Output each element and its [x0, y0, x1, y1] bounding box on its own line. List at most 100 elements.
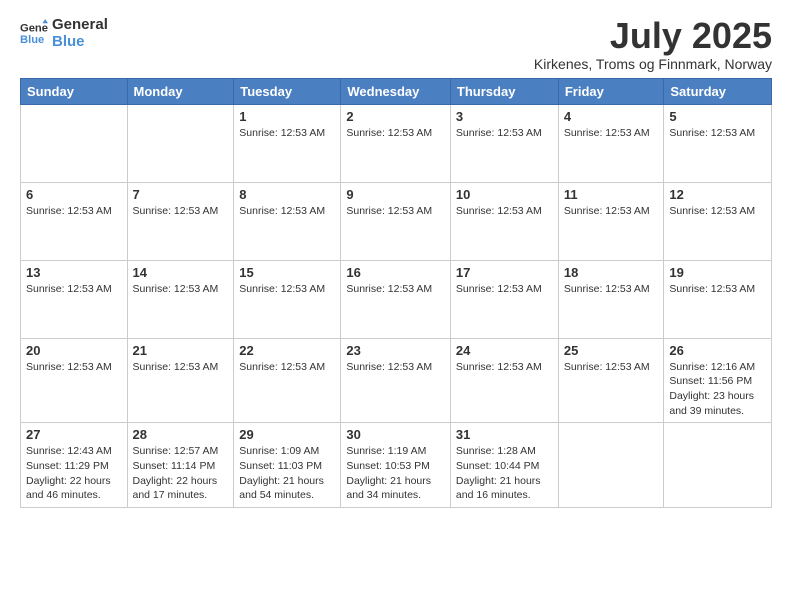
svg-text:Blue: Blue: [20, 34, 44, 46]
day-cell: 10 Sunrise: 12:53 AM: [450, 182, 558, 260]
day-cell: 29 Sunrise: 1:09 AM Sunset: 11:03 PM Dayl…: [234, 423, 341, 508]
header-row: Sunday Monday Tuesday Wednesday Thursday…: [21, 78, 772, 104]
day-cell: 3 Sunrise: 12:53 AM: [450, 104, 558, 182]
col-wednesday: Wednesday: [341, 78, 451, 104]
logo-general: General: [52, 16, 108, 33]
day-info: Sunrise: 12:53 AM: [669, 204, 766, 219]
week-row-4: 27Sunrise: 12:43 AM Sunset: 11:29 PM Day…: [21, 423, 772, 508]
day-cell: 12 Sunrise: 12:53 AM: [664, 182, 772, 260]
day-cell: 30 Sunrise: 1:19 AM Sunset: 10:53 PM Dayl…: [341, 423, 451, 508]
day-number: 9: [346, 187, 445, 202]
day-number: 5: [669, 109, 766, 124]
day-cell: 23 Sunrise: 12:53 AM: [341, 338, 451, 423]
day-info: Sunrise: 12:53 AM: [239, 204, 335, 219]
col-monday: Monday: [127, 78, 234, 104]
day-info: Sunrise: 12:53 AM: [564, 360, 659, 375]
day-cell: 1Sunrise: 12:53 AM: [234, 104, 341, 182]
day-number: 29: [239, 427, 335, 442]
day-info: Sunrise: 1:19 AM Sunset: 10:53 PM Daylig…: [346, 444, 445, 503]
day-number: 3: [456, 109, 553, 124]
col-tuesday: Tuesday: [234, 78, 341, 104]
day-info: Sunrise: 12:16 AM Sunset: 11:56 PM Dayli…: [669, 360, 766, 419]
svg-text:General: General: [20, 23, 48, 35]
day-cell: 22 Sunrise: 12:53 AM: [234, 338, 341, 423]
day-info: Sunrise: 12:43 AM Sunset: 11:29 PM Dayli…: [26, 444, 122, 503]
calendar: Sunday Monday Tuesday Wednesday Thursday…: [20, 78, 772, 509]
day-number: 11: [564, 187, 659, 202]
day-cell: 20 Sunrise: 12:53 AM: [21, 338, 128, 423]
day-info: Sunrise: 1:28 AM Sunset: 10:44 PM Daylig…: [456, 444, 553, 503]
week-row-0: 1Sunrise: 12:53 AM2Sunrise: 12:53 AM3Sun…: [21, 104, 772, 182]
day-cell: [558, 423, 664, 508]
day-cell: 21Sunrise: 12:53 AM: [127, 338, 234, 423]
col-friday: Friday: [558, 78, 664, 104]
day-info: Sunrise: 12:53 AM: [239, 360, 335, 375]
day-info: Sunrise: 12:53 AM: [564, 126, 659, 141]
day-cell: 11Sunrise: 12:53 AM: [558, 182, 664, 260]
page: General Blue General Blue July 2025 Kirk…: [0, 0, 792, 612]
day-number: 15: [239, 265, 335, 280]
day-number: 1: [239, 109, 335, 124]
day-cell: 17 Sunrise: 12:53 AM: [450, 260, 558, 338]
day-info: Sunrise: 12:53 AM: [456, 126, 553, 141]
week-row-1: 6 Sunrise: 12:53 AM 7Sunrise: 12:53 AM 8 Sun…: [21, 182, 772, 260]
day-cell: 2Sunrise: 12:53 AM: [341, 104, 451, 182]
day-number: 14: [133, 265, 229, 280]
day-cell: [664, 423, 772, 508]
week-row-2: 13Sunrise: 12:53 AM14Sunrise: 12:53 AM15…: [21, 260, 772, 338]
day-number: 23: [346, 343, 445, 358]
day-cell: 27Sunrise: 12:43 AM Sunset: 11:29 PM Day…: [21, 423, 128, 508]
day-number: 31: [456, 427, 553, 442]
day-info: Sunrise: 12:53 AM: [669, 126, 766, 141]
day-cell: 7Sunrise: 12:53 AM: [127, 182, 234, 260]
day-cell: [21, 104, 128, 182]
logo-blue: Blue: [52, 33, 108, 50]
day-number: 18: [564, 265, 659, 280]
day-info: Sunrise: 12:53 AM: [564, 282, 659, 297]
day-cell: 31 Sunrise: 1:28 AM Sunset: 10:44 PM Dayl…: [450, 423, 558, 508]
day-info: Sunrise: 12:53 AM: [133, 282, 229, 297]
day-info: Sunrise: 12:53 AM: [669, 282, 766, 297]
day-info: Sunrise: 12:57 AM Sunset: 11:14 PM Dayli…: [133, 444, 229, 503]
day-info: Sunrise: 12:53 AM: [456, 360, 553, 375]
day-number: 21: [133, 343, 229, 358]
col-saturday: Saturday: [664, 78, 772, 104]
day-cell: 24 Sunrise: 12:53 AM: [450, 338, 558, 423]
day-number: 24: [456, 343, 553, 358]
day-info: Sunrise: 12:53 AM: [239, 282, 335, 297]
day-number: 17: [456, 265, 553, 280]
day-cell: 15 Sunrise: 12:53 AM: [234, 260, 341, 338]
day-cell: [127, 104, 234, 182]
day-cell: 4 Sunrise: 12:53 AM: [558, 104, 664, 182]
day-info: Sunrise: 12:53 AM: [456, 282, 553, 297]
day-number: 4: [564, 109, 659, 124]
day-number: 2: [346, 109, 445, 124]
day-cell: 25Sunrise: 12:53 AM: [558, 338, 664, 423]
col-thursday: Thursday: [450, 78, 558, 104]
day-info: Sunrise: 12:53 AM: [346, 360, 445, 375]
day-number: 30: [346, 427, 445, 442]
month-title: July 2025: [534, 16, 772, 56]
day-info: Sunrise: 12:53 AM: [26, 282, 122, 297]
day-cell: 18 Sunrise: 12:53 AM: [558, 260, 664, 338]
day-info: Sunrise: 12:53 AM: [456, 204, 553, 219]
day-cell: 13 Sunrise: 12:53 AM: [21, 260, 128, 338]
day-number: 20: [26, 343, 122, 358]
day-cell: 16Sunrise: 12:53 AM: [341, 260, 451, 338]
day-info: Sunrise: 1:09 AM Sunset: 11:03 PM Daylig…: [239, 444, 335, 503]
logo: General Blue General Blue: [20, 16, 108, 51]
day-info: Sunrise: 12:53 AM: [26, 204, 122, 219]
day-cell: 14 Sunrise: 12:53 AM: [127, 260, 234, 338]
day-number: 13: [26, 265, 122, 280]
day-number: 16: [346, 265, 445, 280]
location: Kirkenes, Troms og Finnmark, Norway: [534, 56, 772, 72]
day-number: 10: [456, 187, 553, 202]
day-info: Sunrise: 12:53 AM: [26, 360, 122, 375]
day-number: 12: [669, 187, 766, 202]
day-number: 8: [239, 187, 335, 202]
col-sunday: Sunday: [21, 78, 128, 104]
day-number: 26: [669, 343, 766, 358]
day-cell: 8 Sunrise: 12:53 AM: [234, 182, 341, 260]
day-number: 6: [26, 187, 122, 202]
day-number: 22: [239, 343, 335, 358]
